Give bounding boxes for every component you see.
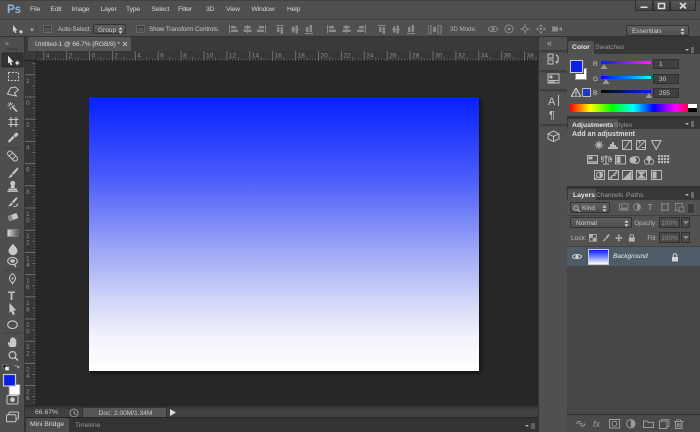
svg-text:4: 4 [26,373,30,380]
svg-text:18: 18 [298,53,306,60]
svg-text:0: 0 [26,100,30,107]
svg-text:6: 6 [26,395,30,402]
svg-text:6: 6 [26,284,30,291]
svg-text:fx: fx [593,419,601,429]
svg-text:4: 4 [26,144,30,151]
svg-text:4: 4 [26,262,30,269]
svg-text:4: 4 [137,53,141,60]
svg-text:12: 12 [229,53,237,60]
svg-text:A: A [548,96,556,108]
svg-text:0: 0 [92,53,96,60]
svg-text:2: 2 [26,240,30,247]
svg-text:20: 20 [321,53,329,60]
svg-text:T: T [648,203,653,212]
svg-text:36: 36 [504,53,512,60]
svg-text:38: 38 [527,53,535,60]
svg-text:8: 8 [26,189,30,196]
svg-text:2: 2 [26,351,30,358]
svg-text:2: 2 [26,78,30,85]
svg-text:26: 26 [389,53,397,60]
svg-text:2: 2 [26,122,30,129]
svg-text:2: 2 [114,53,118,60]
svg-text:¶: ¶ [549,110,555,122]
svg-text:6: 6 [26,167,30,174]
svg-text:22: 22 [343,53,351,60]
svg-text:2: 2 [69,53,73,60]
svg-text:10: 10 [206,53,214,60]
svg-text:6: 6 [160,53,164,60]
svg-text:8: 8 [26,306,30,313]
svg-text:14: 14 [252,53,260,60]
svg-text:34: 34 [481,53,489,60]
svg-text:«: « [547,38,552,48]
svg-text:16: 16 [275,53,283,60]
svg-text:T: T [8,291,15,303]
svg-text:24: 24 [366,53,374,60]
svg-text:30: 30 [435,53,443,60]
svg-text:0: 0 [26,218,30,225]
svg-text:28: 28 [412,53,420,60]
svg-text:8: 8 [183,53,187,60]
svg-text:32: 32 [458,53,466,60]
svg-text:0: 0 [26,329,30,336]
svg-text:4: 4 [46,53,50,60]
svg-text:»: » [5,41,9,48]
